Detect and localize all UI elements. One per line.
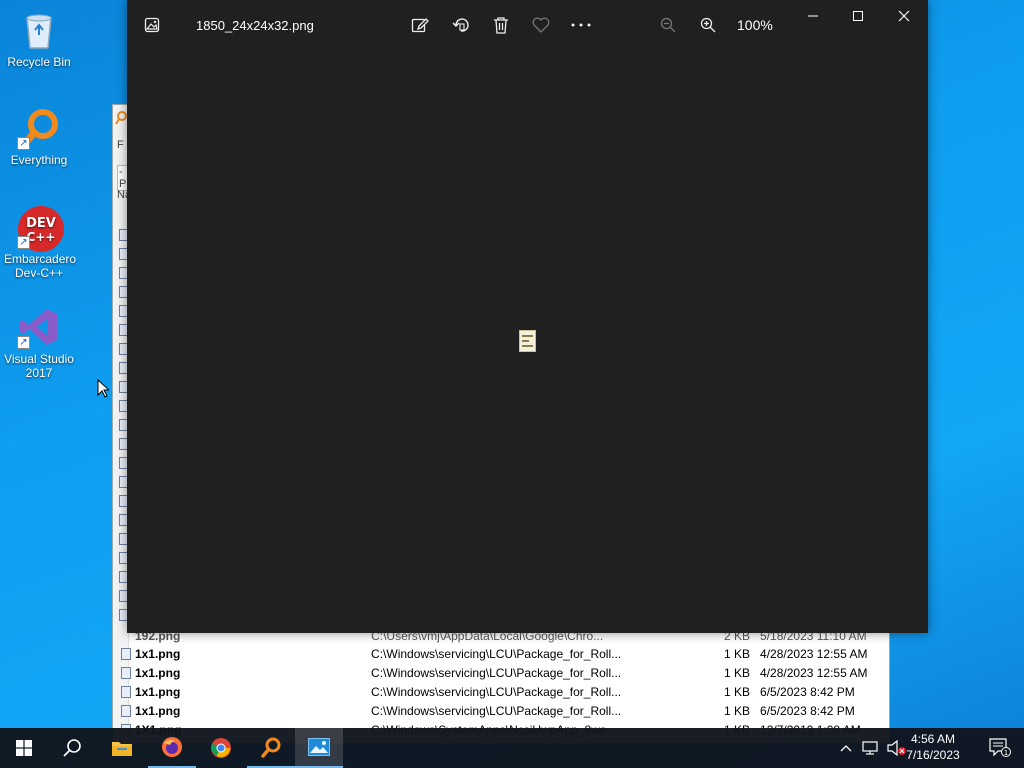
see-all-photos-icon[interactable] [137, 10, 167, 40]
image-file-icon [121, 685, 131, 698]
zoom-out-icon[interactable] [653, 10, 683, 40]
chevron-up-icon [840, 745, 852, 752]
devcpp-icon: DEV C++ ↗ [17, 205, 64, 252]
mouse-cursor-icon [97, 378, 111, 403]
menu-label: F [117, 139, 124, 151]
delete-icon[interactable] [486, 10, 516, 40]
firefox-icon [162, 737, 182, 757]
desktop-icon-label: Everything [10, 153, 68, 167]
table-row[interactable]: 1x1.png C:\Windows\servicing\LCU\Package… [121, 663, 889, 682]
shortcut-arrow-icon: ↗ [17, 336, 30, 349]
edit-create-icon[interactable] [405, 10, 435, 40]
desktop-icon-recycle-bin[interactable]: Recycle Bin [2, 8, 76, 69]
taskbar-firefox[interactable] [148, 728, 196, 768]
table-row[interactable]: 1x1.png C:\Windows\servicing\LCU\Package… [121, 701, 889, 720]
photos-viewer-window: 1850_24x24x32.png 100% [127, 0, 928, 633]
search-button[interactable] [48, 728, 96, 768]
table-row[interactable]: 1x1.png C:\Windows\servicing\LCU\Package… [121, 644, 889, 663]
recycle-bin-icon [17, 8, 61, 52]
folder-icon [112, 742, 132, 756]
desktop-icon-label: Visual Studio 2017 [4, 352, 74, 380]
clock-date: 7/16/2023 [906, 748, 960, 762]
table-row[interactable]: 1x1.png C:\Windows\servicing\LCU\Package… [121, 682, 889, 701]
zoom-in-icon[interactable] [693, 10, 723, 40]
favorite-heart-icon[interactable] [526, 10, 556, 40]
search-icon [63, 739, 81, 757]
image-file-icon [121, 647, 131, 660]
notification-icon: 1 [989, 738, 1011, 757]
zoom-level[interactable]: 100% [737, 17, 773, 33]
clock[interactable]: 4:56 AM 7/16/2023 [898, 731, 968, 763]
taskbar-chrome[interactable] [197, 728, 245, 768]
network-icon [862, 741, 878, 755]
clock-time: 4:56 AM [910, 732, 956, 746]
desktop-icon-visual-studio[interactable]: ↗ Visual Studio 2017 [2, 305, 76, 380]
image-file-icon [121, 666, 131, 679]
start-button[interactable] [0, 728, 48, 768]
displayed-image [519, 330, 536, 352]
magnifier-icon: ↗ [17, 106, 61, 150]
svg-text:DEV: DEV [26, 216, 56, 231]
app-magnifier-icon [115, 111, 127, 125]
notification-count: 1 [1004, 749, 1008, 757]
shortcut-arrow-icon: ↗ [17, 236, 30, 249]
magnifier-icon [261, 737, 281, 758]
desktop-icon-label: Embarcadero Dev-C++ [4, 252, 77, 280]
taskbar-file-explorer[interactable] [98, 728, 146, 768]
close-button[interactable] [881, 0, 927, 32]
taskbar: 4:56 AM 7/16/2023 1 [0, 728, 1024, 768]
taskbar-everything[interactable] [247, 728, 295, 768]
action-center-button[interactable]: 1 [976, 728, 1024, 768]
svg-text:C++: C++ [27, 230, 56, 244]
desktop-icon-label: Recycle Bin [7, 55, 71, 69]
more-options-icon[interactable] [566, 10, 596, 40]
desktop-icon-devcpp[interactable]: DEV C++ ↗ Embarcadero Dev-C++ [2, 205, 76, 280]
network-tray-button[interactable] [858, 728, 884, 768]
photos-toolbar: 1850_24x24x32.png 100% [127, 0, 928, 50]
visual-studio-icon: ↗ [17, 305, 61, 349]
minimize-button[interactable] [790, 0, 836, 32]
photos-filename: 1850_24x24x32.png [196, 18, 314, 33]
windows-logo-icon [16, 740, 32, 756]
shortcut-arrow-icon: ↗ [17, 137, 30, 150]
chrome-icon [211, 738, 231, 758]
desktop-icon-everything[interactable]: ↗ Everything [2, 106, 76, 167]
maximize-button[interactable] [835, 0, 881, 32]
image-file-icon [121, 704, 131, 717]
show-hidden-icons-button[interactable] [834, 728, 858, 768]
photos-app-icon [308, 738, 330, 756]
rotate-icon[interactable] [446, 10, 476, 40]
taskbar-photos[interactable] [295, 728, 343, 768]
